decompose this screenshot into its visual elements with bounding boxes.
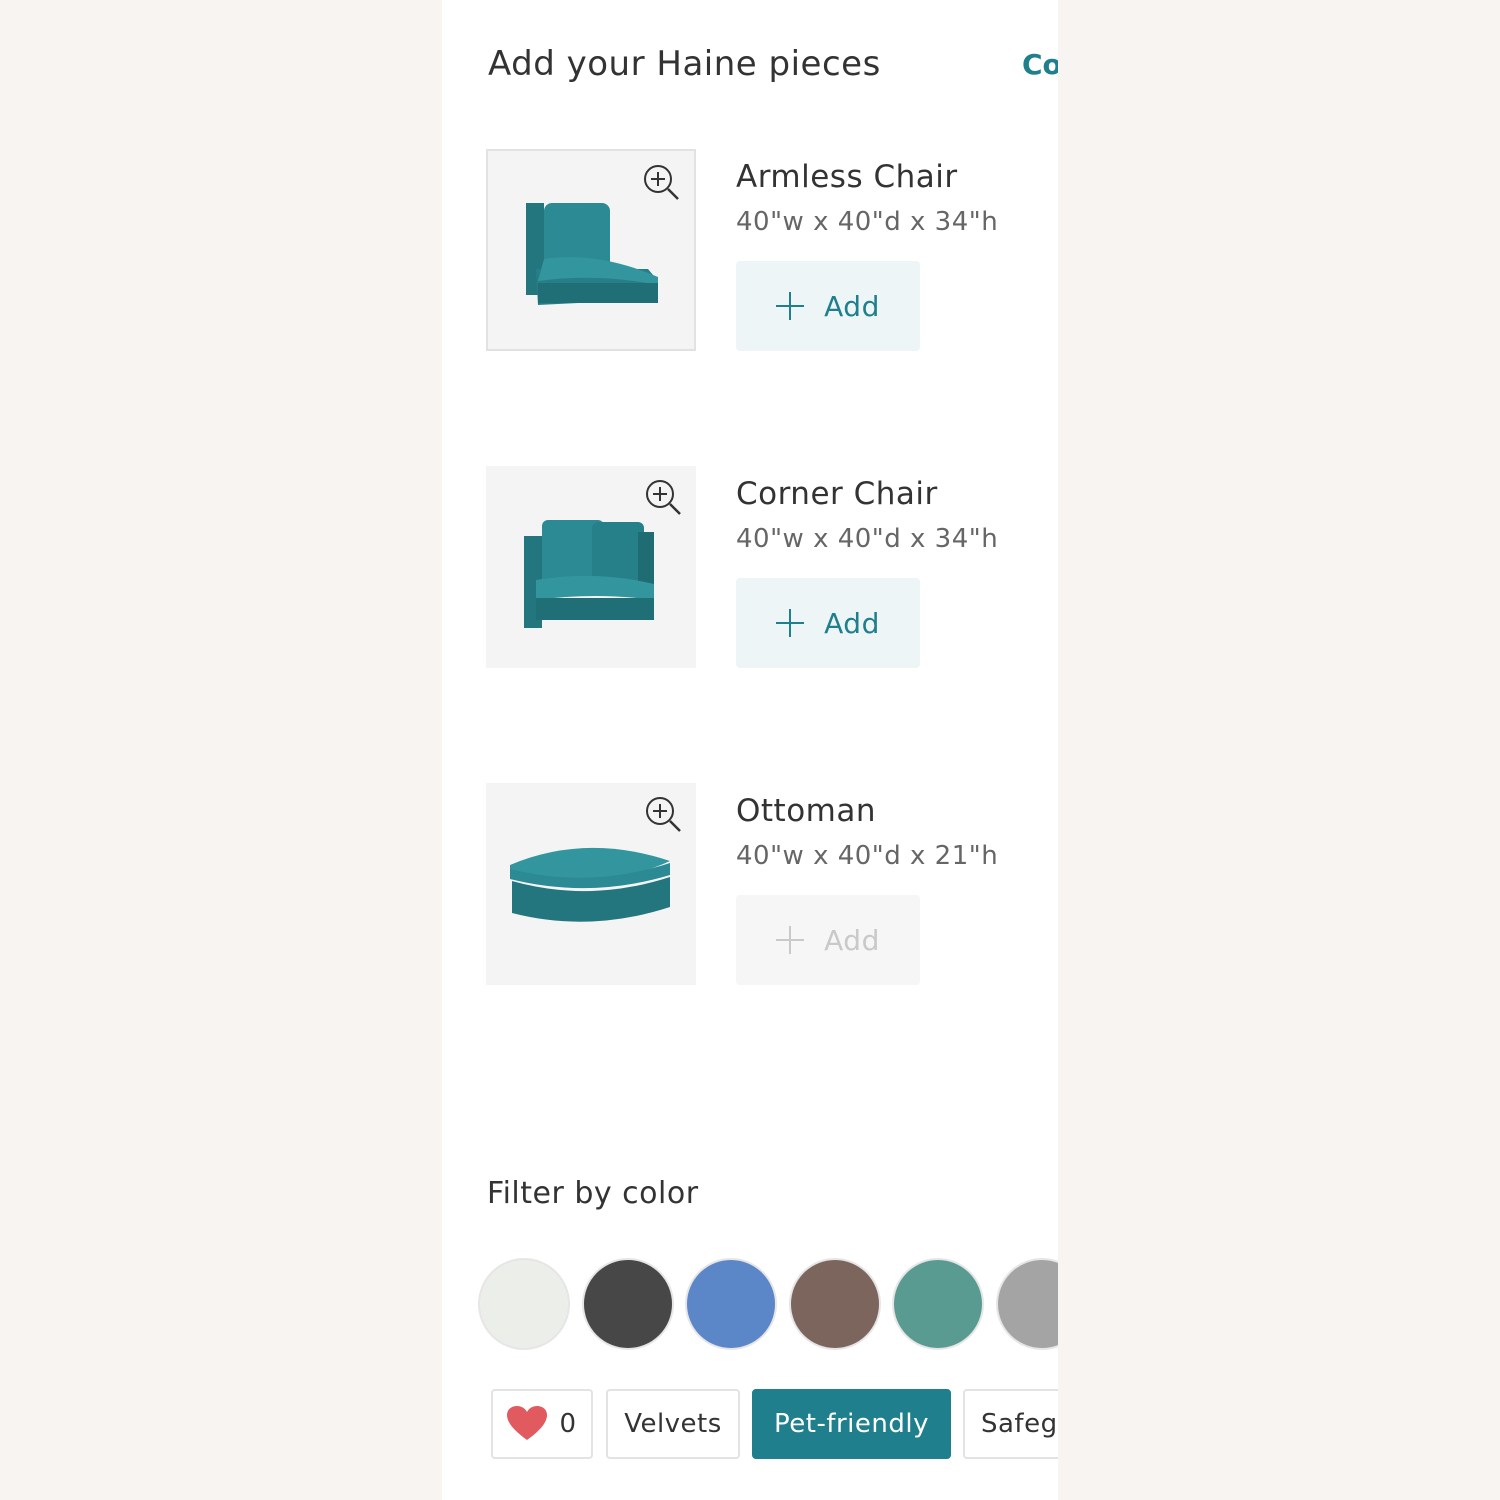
color-swatch-brown[interactable] bbox=[789, 1258, 881, 1350]
color-swatch-charcoal[interactable] bbox=[582, 1258, 674, 1350]
product-item-corner-chair: Corner Chair 40"w x 40"d x 34"h Add bbox=[486, 466, 1046, 672]
velvets-chip[interactable]: Velvets bbox=[606, 1389, 740, 1459]
favorites-count: 0 bbox=[559, 1409, 577, 1439]
product-name: Ottoman bbox=[736, 793, 877, 829]
color-swatch-gray[interactable] bbox=[996, 1258, 1058, 1350]
color-swatch-blue[interactable] bbox=[685, 1258, 777, 1350]
product-item-ottoman: Ottoman 40"w x 40"d x 21"h Add bbox=[486, 783, 1046, 989]
product-dimensions: 40"w x 40"d x 21"h bbox=[736, 841, 999, 871]
product-name: Corner Chair bbox=[736, 476, 938, 512]
add-button[interactable]: Add bbox=[736, 261, 920, 351]
product-thumbnail[interactable] bbox=[486, 149, 696, 351]
page-title: Add your Haine pieces bbox=[488, 44, 881, 84]
product-dimensions: 40"w x 40"d x 34"h bbox=[736, 207, 999, 237]
add-button[interactable]: Add bbox=[736, 578, 920, 668]
product-thumbnail[interactable] bbox=[486, 466, 696, 668]
product-thumbnail[interactable] bbox=[486, 783, 696, 985]
add-label: Add bbox=[824, 606, 880, 640]
plus-icon bbox=[776, 609, 805, 637]
color-swatch-green[interactable] bbox=[892, 1258, 984, 1350]
product-panel: Add your Haine pieces Co Armless Chair 4… bbox=[442, 0, 1058, 1500]
ottoman-image bbox=[510, 847, 670, 922]
add-button-disabled: Add bbox=[736, 895, 920, 985]
armless-chair-image bbox=[526, 203, 658, 305]
favorites-chip[interactable]: 0 bbox=[491, 1389, 593, 1459]
color-swatch-row bbox=[478, 1258, 1058, 1350]
filter-chips-row: 0 Velvets Pet-friendly Safeg bbox=[491, 1389, 1058, 1463]
corner-chair-image bbox=[524, 520, 654, 628]
plus-icon bbox=[776, 926, 805, 954]
color-swatch-white[interactable] bbox=[478, 1258, 570, 1350]
product-item-armless-chair: Armless Chair 40"w x 40"d x 34"h Add bbox=[486, 149, 1046, 355]
product-name: Armless Chair bbox=[736, 159, 958, 195]
plus-icon bbox=[776, 292, 805, 320]
header-link[interactable]: Co bbox=[1022, 48, 1058, 81]
add-label: Add bbox=[824, 923, 880, 957]
add-label: Add bbox=[824, 289, 880, 323]
filter-by-color-heading: Filter by color bbox=[487, 1176, 699, 1211]
pet-friendly-chip[interactable]: Pet-friendly bbox=[752, 1389, 951, 1459]
heart-icon bbox=[507, 1406, 548, 1440]
product-dimensions: 40"w x 40"d x 34"h bbox=[736, 524, 999, 554]
safeguard-chip[interactable]: Safeg bbox=[963, 1389, 1058, 1459]
